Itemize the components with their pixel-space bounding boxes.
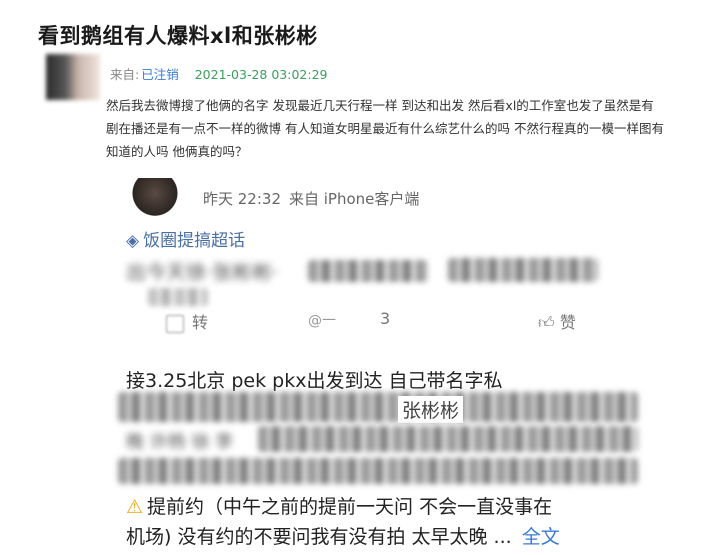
weibo-watermark: @一 [308,313,336,329]
comment-count: 3 [380,309,391,328]
schedule-line: 接3.25北京 pek pkx出发到达 自己带名字私 [126,370,503,392]
repost-label: 转 [192,313,209,332]
blurred-line: 晚 许杨 徐 李 [126,432,234,453]
meta-prefix: 来自: [110,67,140,82]
warning-text: 提前约（中午之前的提前一天问 不会一直没事在 [147,496,553,518]
censor-smudge [118,458,638,484]
partial-name: 张彬彬 [398,396,464,423]
supertopic-icon: ◈ [126,231,140,251]
screenshot-source: 来自 iPhone客户端 [289,190,420,208]
censor-smudge [118,392,638,422]
embedded-screenshot: 昨天 22:32 来自 iPhone客户端 ◈ 饭圈提搞超话 出今天徐·张彬彬· 转… [108,170,668,555]
last-line-text: 机场) 没有约的不要问我有没有拍 太早太晚 [126,526,488,548]
warning-line: ⚠ 提前约（中午之前的提前一天问 不会一直没事在 [126,492,552,519]
post-title: 看到鹅组有人爆料xl和张彬彬 [38,24,318,48]
like-button: 👍︎ 赞 [538,309,576,333]
post-meta: 来自: 已注销 2021-03-28 03:02:29 [110,64,328,83]
repost-icon [166,314,184,333]
censor-smudge [448,258,598,282]
post-body: 然后我去微博搜了他俩的名字 发现最近几天行程一样 到达和出发 然后看xl的工作室… [106,98,664,159]
supertopic-label: 饭圈提搞超话 [143,231,246,251]
author-link[interactable]: 已注销 [141,67,179,82]
supertopic-tag: ◈ 饭圈提搞超话 [126,226,245,251]
screenshot-time: 昨天 22:32 [203,190,281,208]
post-timestamp: 2021-03-28 03:02:29 [194,67,328,82]
censor-smudge [258,426,638,452]
last-line: 机场) 没有约的不要问我有没有拍 太早太晚 ... 全文 [126,522,560,549]
thumbs-up-icon: 👍︎ [538,313,555,332]
full-text-link: 全文 [521,526,560,548]
ellipsis: ... [493,526,512,548]
repost-button: 转 [166,309,208,333]
censor-smudge [308,260,428,282]
warning-icon: ⚠ [126,496,144,518]
censor-smudge [148,288,208,306]
screenshot-meta: 昨天 22:32 来自 iPhone客户端 [203,188,419,209]
comment-button: 3 [380,309,390,328]
blurred-line: 出今天徐·张彬彬· [126,260,279,284]
screenshot-avatar [126,178,184,216]
like-label: 赞 [559,313,576,332]
avatar[interactable] [46,54,100,100]
action-bar: 转 3 👍︎ 赞 [108,305,668,337]
